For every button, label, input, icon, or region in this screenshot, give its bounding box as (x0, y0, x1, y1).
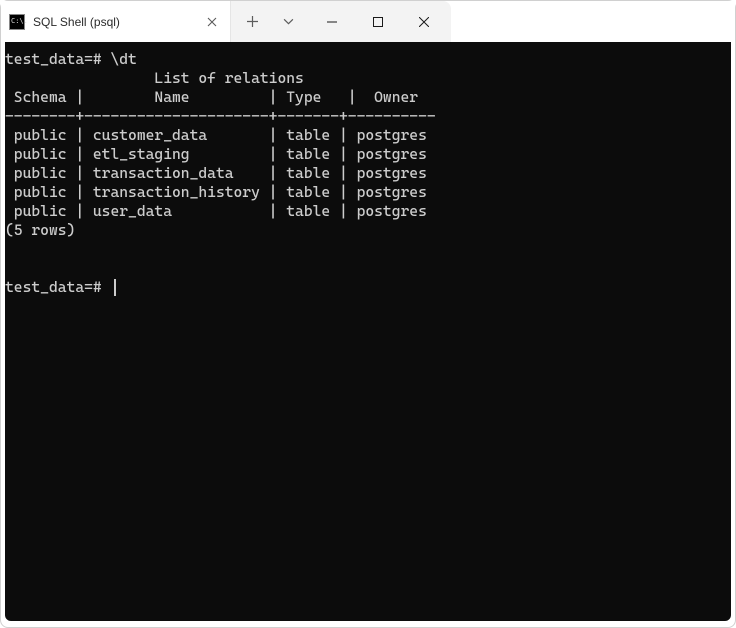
minimize-icon (327, 17, 337, 27)
cmd-icon: C:\. (9, 14, 25, 30)
tab-title: SQL Shell (psql) (33, 15, 196, 29)
new-tab-button[interactable] (235, 6, 269, 38)
window-controls (309, 17, 447, 27)
window-close-button[interactable] (401, 17, 447, 27)
plus-icon (247, 16, 258, 27)
close-icon (419, 17, 429, 27)
chevron-down-icon (283, 18, 294, 25)
terminal-line: --------+---------------------+-------+-… (5, 107, 731, 126)
terminal-line (5, 240, 731, 259)
tab-close-button[interactable] (204, 14, 220, 30)
tab-actions (231, 1, 451, 42)
close-icon (207, 17, 217, 27)
terminal-line: List of relations (5, 69, 731, 88)
tab-dropdown-button[interactable] (271, 6, 305, 38)
minimize-button[interactable] (309, 17, 355, 27)
titlebar: C:\. SQL Shell (psql) (1, 1, 735, 42)
terminal-output[interactable]: test_data=# \dt List of relations Schema… (5, 42, 731, 621)
tab-sql-shell[interactable]: C:\. SQL Shell (psql) (1, 1, 231, 42)
terminal-line: public | customer_data | table | postgre… (5, 126, 731, 145)
terminal-line: public | transaction_data | table | post… (5, 164, 731, 183)
terminal-line: public | user_data | table | postgres (5, 202, 731, 221)
terminal-line (5, 259, 731, 278)
terminal-line: test_data=# \dt (5, 50, 731, 69)
maximize-button[interactable] (355, 17, 401, 27)
terminal-line: (5 rows) (5, 221, 731, 240)
terminal-prompt[interactable]: test_data=# (5, 278, 731, 297)
terminal-line: public | transaction_history | table | p… (5, 183, 731, 202)
maximize-icon (373, 17, 383, 27)
tab-area: C:\. SQL Shell (psql) (1, 1, 451, 42)
terminal-line: Schema | Name | Type | Owner (5, 88, 731, 107)
cursor (114, 279, 116, 296)
terminal-line: public | etl_staging | table | postgres (5, 145, 731, 164)
